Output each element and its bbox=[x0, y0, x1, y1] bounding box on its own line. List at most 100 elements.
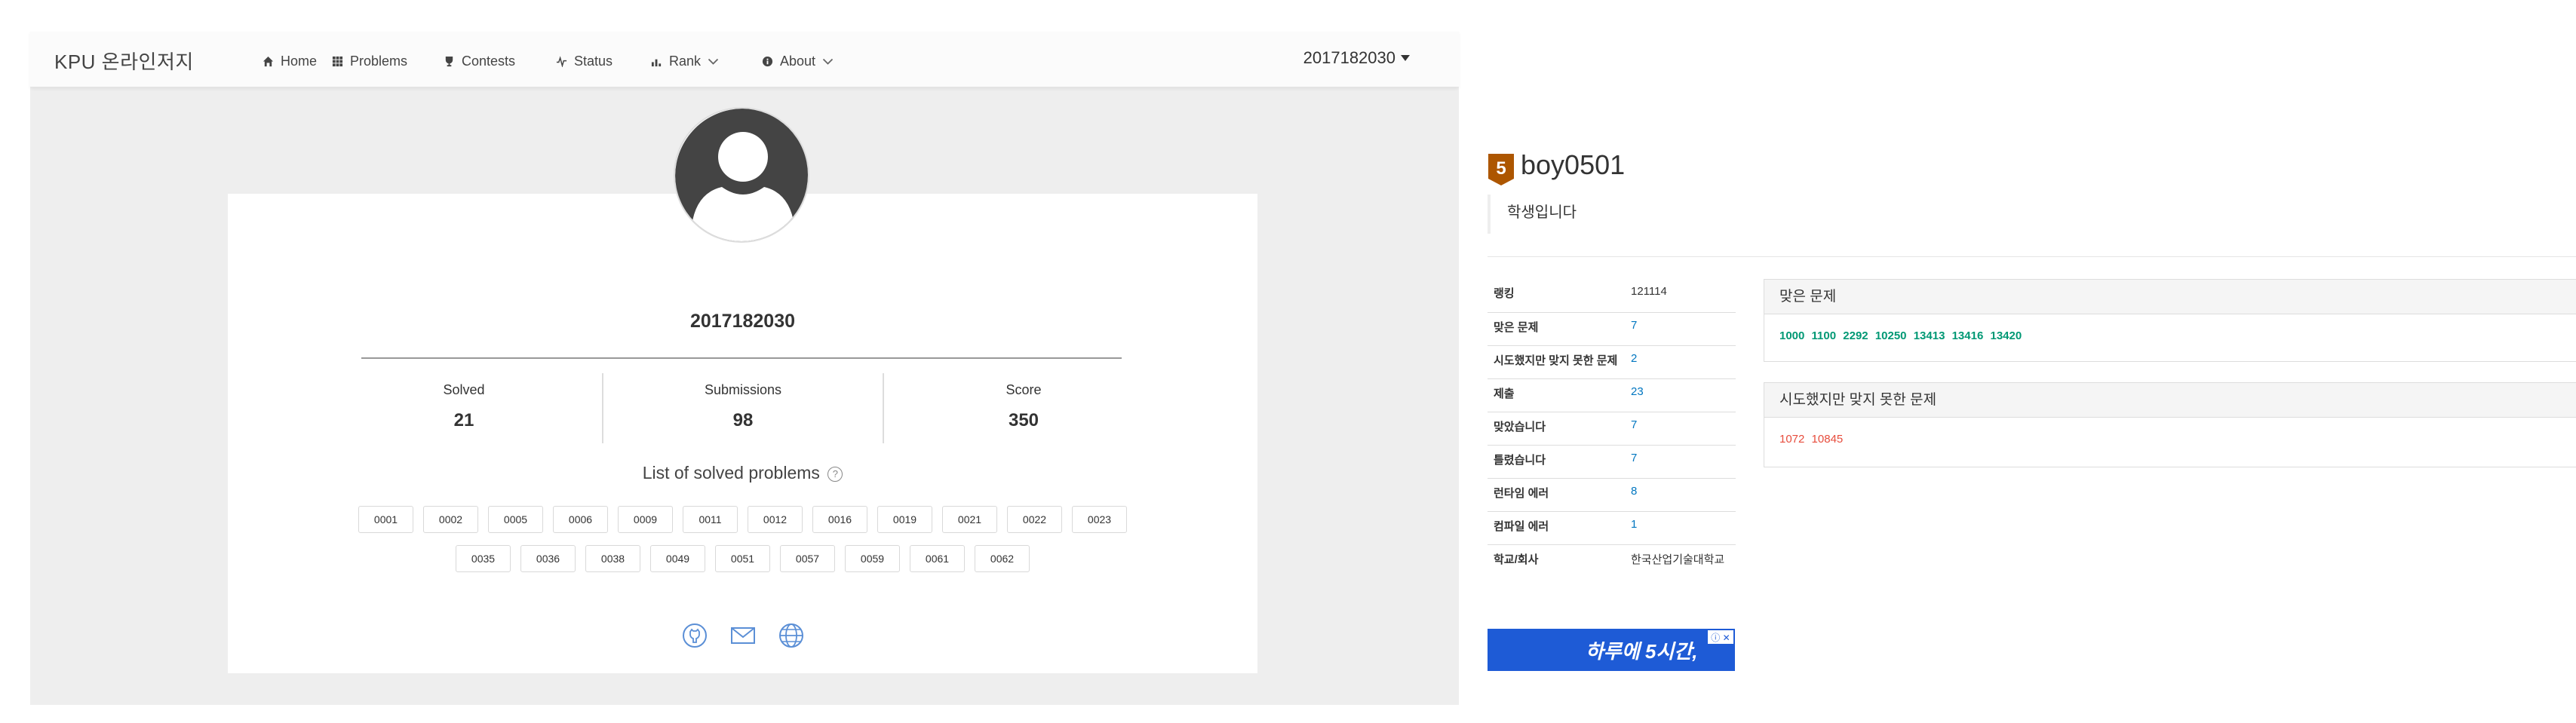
problem-button[interactable]: 0057 bbox=[780, 545, 835, 572]
kpu-oj-window: KPU 온라인저지 Home Problems Contests Status … bbox=[30, 32, 1459, 705]
stat-key: 런타임 에러 bbox=[1488, 477, 1625, 511]
solved-problems-row-1: 0001 0002 0005 0006 0009 0011 0012 0016 … bbox=[228, 506, 1257, 533]
stat-key: 틀렸습니다 bbox=[1488, 444, 1625, 478]
pulse-icon bbox=[556, 55, 567, 67]
stat-value-link[interactable]: 7 bbox=[1625, 311, 1736, 345]
problem-button[interactable]: 0021 bbox=[942, 506, 997, 533]
problem-link[interactable]: 1072 bbox=[1779, 433, 1804, 446]
problem-link[interactable]: 10845 bbox=[1812, 433, 1844, 446]
stat-label: Submissions bbox=[704, 382, 782, 397]
problem-button[interactable]: 0005 bbox=[488, 506, 543, 533]
chevron-down-icon bbox=[822, 58, 834, 65]
problem-link[interactable]: 1100 bbox=[1812, 329, 1837, 342]
problem-button[interactable]: 0062 bbox=[975, 545, 1030, 572]
ad-close-icon[interactable]: ⓘ ✕ bbox=[1708, 630, 1733, 644]
problem-button[interactable]: 0001 bbox=[358, 506, 413, 533]
ad-banner[interactable]: 하루에 5시간, ⓘ ✕ bbox=[1488, 629, 1735, 671]
stat-value: 한국산업기술대학교 bbox=[1625, 544, 1736, 577]
nav-rank[interactable]: Rank bbox=[651, 50, 719, 72]
mail-icon[interactable] bbox=[728, 622, 758, 649]
problem-link[interactable]: 2292 bbox=[1843, 329, 1868, 342]
stat-key: 시도했지만 맞지 못한 문제 bbox=[1488, 345, 1625, 378]
tier-badge-icon: 5 bbox=[1488, 154, 1514, 185]
stat-solved: Solved 21 bbox=[324, 373, 603, 445]
nav-about-label: About bbox=[780, 53, 816, 69]
problem-button[interactable]: 0006 bbox=[553, 506, 608, 533]
nav-about[interactable]: About bbox=[762, 50, 834, 72]
stat-key: 랭킹 bbox=[1494, 287, 1515, 300]
stat-value: 98 bbox=[732, 410, 754, 430]
problem-link[interactable]: 13413 bbox=[1914, 329, 1945, 342]
problem-link[interactable]: 13416 bbox=[1952, 329, 1984, 342]
help-icon[interactable]: ? bbox=[827, 466, 843, 482]
nav-contests-label: Contests bbox=[462, 53, 516, 69]
problem-button[interactable]: 0049 bbox=[650, 545, 705, 572]
problem-link[interactable]: 1000 bbox=[1779, 329, 1804, 342]
stat-value-link[interactable]: 2 bbox=[1625, 345, 1736, 378]
problem-link[interactable]: 10250 bbox=[1875, 329, 1907, 342]
problem-button[interactable]: 0012 bbox=[748, 506, 803, 533]
globe-icon[interactable] bbox=[776, 622, 806, 649]
solved-problem-list: 1000 1100 2292 10250 13413 13416 13420 bbox=[1764, 314, 2576, 357]
problem-button[interactable]: 0022 bbox=[1007, 506, 1062, 533]
solved-problems-panel: 맞은 문제 1000 1100 2292 10250 13413 13416 1… bbox=[1764, 279, 2576, 362]
stat-value: 350 bbox=[1008, 410, 1039, 430]
nav-problems[interactable]: Problems bbox=[332, 50, 407, 72]
table-row: 틀렸습니다 7 bbox=[1488, 444, 1736, 478]
stat-key: 맞은 문제 bbox=[1488, 311, 1625, 345]
user-menu-label: 2017182030 bbox=[1303, 48, 1395, 67]
problem-button[interactable]: 0059 bbox=[845, 545, 900, 572]
table-row: 제출 23 bbox=[1488, 378, 1736, 412]
info-icon bbox=[762, 56, 773, 66]
problem-button[interactable]: 0011 bbox=[683, 506, 738, 533]
solved-problems-title: List of solved problems ? bbox=[228, 463, 1257, 483]
problem-button[interactable]: 0051 bbox=[715, 545, 770, 572]
nav-problems-label: Problems bbox=[350, 53, 408, 69]
problem-button[interactable]: 0019 bbox=[877, 506, 932, 533]
problem-button[interactable]: 0016 bbox=[812, 506, 867, 533]
table-row: 컴파일 에러 1 bbox=[1488, 510, 1736, 544]
problem-button[interactable]: 0023 bbox=[1072, 506, 1127, 533]
problem-button[interactable]: 0002 bbox=[423, 506, 478, 533]
problem-button[interactable]: 0035 bbox=[456, 545, 511, 572]
panel-title: 맞은 문제 bbox=[1764, 280, 2576, 314]
boj-bio: 학생입니다 bbox=[1488, 195, 1577, 234]
boj-profile-window: 5 boy0501 학생입니다 랭킹 121114 맞은 문제 7 시도했지만 맞지… bbox=[1488, 0, 2576, 723]
table-row: 맞았습니다 7 bbox=[1488, 411, 1736, 445]
stat-value-link[interactable]: 1 bbox=[1625, 510, 1736, 544]
failed-problem-list: 1072 10845 bbox=[1764, 418, 2576, 461]
problem-button[interactable]: 0036 bbox=[520, 545, 576, 572]
ad-text: 하루에 5시간, bbox=[1586, 640, 1698, 663]
nav-home[interactable]: Home bbox=[263, 50, 317, 72]
divider bbox=[1488, 256, 2576, 257]
problem-link[interactable]: 13420 bbox=[1990, 329, 2022, 342]
table-row: 랭킹 121114 bbox=[1488, 279, 1736, 312]
social-links bbox=[228, 622, 1257, 649]
stat-label: Solved bbox=[443, 382, 485, 397]
github-icon[interactable] bbox=[680, 622, 710, 649]
user-menu[interactable]: 2017182030 bbox=[1303, 48, 1411, 68]
nav-status[interactable]: Status bbox=[556, 50, 613, 72]
brand-logo[interactable]: KPU 온라인저지 bbox=[54, 47, 194, 75]
stat-key: 맞았습니다 bbox=[1488, 411, 1625, 445]
solved-problems-title-text: List of solved problems bbox=[642, 463, 820, 483]
stat-value-link[interactable]: 7 bbox=[1625, 444, 1736, 478]
avatar bbox=[674, 107, 809, 243]
table-row: 시도했지만 맞지 못한 문제 2 bbox=[1488, 345, 1736, 378]
stat-key: 컴파일 에러 bbox=[1488, 510, 1625, 544]
boj-username: boy0501 bbox=[1521, 149, 1626, 180]
problem-button[interactable]: 0061 bbox=[910, 545, 965, 572]
navbar: KPU 온라인저지 Home Problems Contests Status … bbox=[30, 32, 1459, 87]
stat-key: 제출 bbox=[1488, 378, 1625, 412]
profile-username: 2017182030 bbox=[689, 311, 796, 332]
problem-button[interactable]: 0038 bbox=[585, 545, 640, 572]
stat-value-link[interactable]: 8 bbox=[1625, 477, 1736, 511]
table-row: 학교/회사 한국산업기술대학교 bbox=[1488, 544, 1736, 577]
stat-value-link[interactable]: 23 bbox=[1625, 378, 1736, 412]
profile-card: 2017182030 Solved 21 Submissions 98 Scor… bbox=[228, 194, 1257, 673]
nav-contests[interactable]: Contests bbox=[444, 50, 515, 72]
stat-value-link[interactable]: 7 bbox=[1625, 411, 1736, 445]
bar-chart-icon bbox=[651, 59, 662, 66]
problem-button[interactable]: 0009 bbox=[618, 506, 673, 533]
boj-stats-table: 랭킹 121114 맞은 문제 7 시도했지만 맞지 못한 문제 2 제출 23 맞았습… bbox=[1488, 279, 1736, 577]
